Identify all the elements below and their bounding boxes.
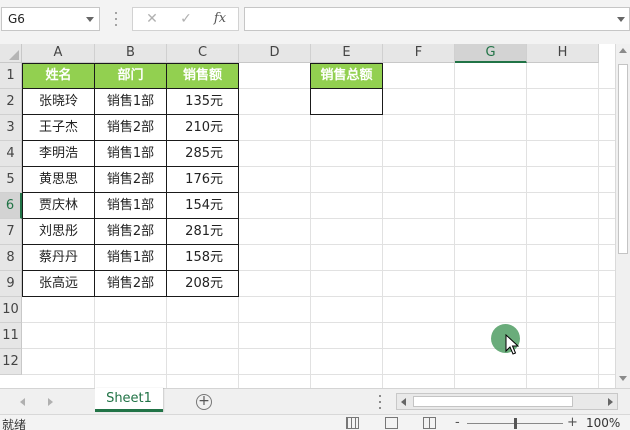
sales-amount-cell[interactable]: 176元 xyxy=(166,166,239,193)
sheet-tab-sheet1[interactable]: Sheet1 xyxy=(95,388,163,412)
horizontal-scroll-thumb[interactable] xyxy=(413,396,573,407)
formula-buttons: ✕ ✓ fx xyxy=(132,7,239,31)
name-box[interactable]: G6 xyxy=(1,7,100,31)
select-all-button[interactable] xyxy=(0,44,22,63)
row-header-7[interactable]: 7 xyxy=(0,219,22,245)
sales-amount-cell[interactable]: 281元 xyxy=(166,218,239,245)
formula-bar-grip-icon[interactable] xyxy=(114,12,118,26)
department-cell[interactable]: 销售2部 xyxy=(94,114,167,141)
sheet-tab-bar: Sheet1 + xyxy=(0,388,630,414)
zoom-in-button[interactable]: + xyxy=(567,415,578,430)
column-header-e[interactable]: E xyxy=(311,44,383,63)
row-header-8[interactable]: 8 xyxy=(0,245,22,271)
column-header-f[interactable]: F xyxy=(383,44,455,63)
employee-name-cell[interactable]: 李明浩 xyxy=(22,140,95,167)
expand-formula-icon[interactable] xyxy=(617,17,625,22)
plus-circle-icon[interactable]: + xyxy=(196,394,212,410)
sales-amount-cell[interactable]: 208元 xyxy=(166,270,239,297)
sales-amount-cell[interactable]: 158元 xyxy=(166,244,239,271)
scroll-left-icon[interactable] xyxy=(401,398,406,406)
zoom-slider[interactable] xyxy=(467,418,563,429)
column-header-g[interactable]: G xyxy=(455,44,527,63)
sales-amount-cell[interactable]: 210元 xyxy=(166,114,239,141)
cell-area[interactable]: 姓名 部门 销售额 张晓玲 销售1部 135元 王子杰 销售2部 210元 李明浩 销售1部 2… xyxy=(22,63,615,388)
employee-name-cell[interactable]: 张晓玲 xyxy=(22,88,95,115)
formula-bar: G6 ✕ ✓ fx xyxy=(0,0,630,44)
employee-name-cell[interactable]: 黄思思 xyxy=(22,166,95,193)
table-header-name[interactable]: 姓名 xyxy=(22,63,95,89)
scroll-down-icon[interactable] xyxy=(619,376,627,381)
vertical-scrollbar[interactable] xyxy=(615,44,630,388)
department-cell[interactable]: 销售1部 xyxy=(94,192,167,219)
name-box-value[interactable]: G6 xyxy=(8,12,25,26)
row-header-3[interactable]: 3 xyxy=(0,115,22,141)
column-header-d[interactable]: D xyxy=(239,44,311,63)
row-header-2[interactable]: 2 xyxy=(0,89,22,115)
total-sales-header[interactable]: 销售总额 xyxy=(310,63,383,89)
normal-view-icon[interactable] xyxy=(346,417,359,429)
row-header-12[interactable]: 12 xyxy=(0,349,22,375)
check-icon[interactable]: ✓ xyxy=(171,9,201,29)
row-header-11[interactable]: 11 xyxy=(0,323,22,349)
column-header-a[interactable]: A xyxy=(22,44,95,63)
employee-name-cell[interactable]: 蔡丹丹 xyxy=(22,244,95,271)
table-header-sales[interactable]: 销售额 xyxy=(166,63,239,89)
column-header-b[interactable]: B xyxy=(95,44,167,63)
zoom-level-label[interactable]: 100% xyxy=(586,416,620,430)
chevron-down-icon[interactable] xyxy=(86,17,94,22)
sales-amount-cell[interactable]: 154元 xyxy=(166,192,239,219)
department-cell[interactable]: 销售2部 xyxy=(94,218,167,245)
sales-amount-cell[interactable]: 135元 xyxy=(166,88,239,115)
column-header-h[interactable]: H xyxy=(527,44,599,63)
employee-name-cell[interactable]: 贾庆林 xyxy=(22,192,95,219)
tab-splitter-icon[interactable] xyxy=(378,395,382,409)
status-text: 就绪 xyxy=(2,418,27,430)
department-cell[interactable]: 销售1部 xyxy=(94,88,167,115)
scroll-up-icon[interactable] xyxy=(619,48,627,53)
page-layout-view-icon[interactable] xyxy=(385,417,398,429)
employee-name-cell[interactable]: 王子杰 xyxy=(22,114,95,141)
employee-name-cell[interactable]: 刘思彤 xyxy=(22,218,95,245)
column-header-c[interactable]: C xyxy=(167,44,239,63)
worksheet-grid: ABCDEFGH 1 2 3 4 5 6 7 8 9 10 11 12 姓名 部门 销售额 张晓玲 销售… xyxy=(0,44,630,388)
scroll-right-icon[interactable] xyxy=(608,398,613,406)
zoom-out-button[interactable]: - xyxy=(455,415,460,430)
total-sales-cell[interactable] xyxy=(310,88,383,115)
horizontal-scrollbar[interactable] xyxy=(396,393,618,410)
department-cell[interactable]: 销售1部 xyxy=(94,244,167,271)
row-header-1[interactable]: 1 xyxy=(0,63,22,89)
mouse-cursor-icon xyxy=(505,334,519,355)
department-cell[interactable]: 销售1部 xyxy=(94,140,167,167)
table-header-department[interactable]: 部门 xyxy=(94,63,167,89)
department-cell[interactable]: 销售2部 xyxy=(94,166,167,193)
previous-sheet-icon[interactable] xyxy=(20,398,25,406)
next-sheet-icon[interactable] xyxy=(48,398,53,406)
row-header-10[interactable]: 10 xyxy=(0,297,22,323)
row-header-9[interactable]: 9 xyxy=(0,271,22,297)
sales-amount-cell[interactable]: 285元 xyxy=(166,140,239,167)
formula-input[interactable] xyxy=(244,7,630,31)
status-bar: 就绪 - + 100% xyxy=(0,414,630,430)
page-break-view-icon[interactable] xyxy=(423,417,436,429)
vertical-scroll-thumb[interactable] xyxy=(618,64,628,254)
close-icon[interactable]: ✕ xyxy=(137,9,167,29)
department-cell[interactable]: 销售2部 xyxy=(94,270,167,297)
row-header-4[interactable]: 4 xyxy=(0,141,22,167)
zoom-slider-handle[interactable] xyxy=(514,418,517,429)
function-icon[interactable]: fx xyxy=(205,9,235,29)
row-header-6[interactable]: 6 xyxy=(0,193,22,219)
row-header-5[interactable]: 5 xyxy=(0,167,22,193)
employee-name-cell[interactable]: 张高远 xyxy=(22,270,95,297)
